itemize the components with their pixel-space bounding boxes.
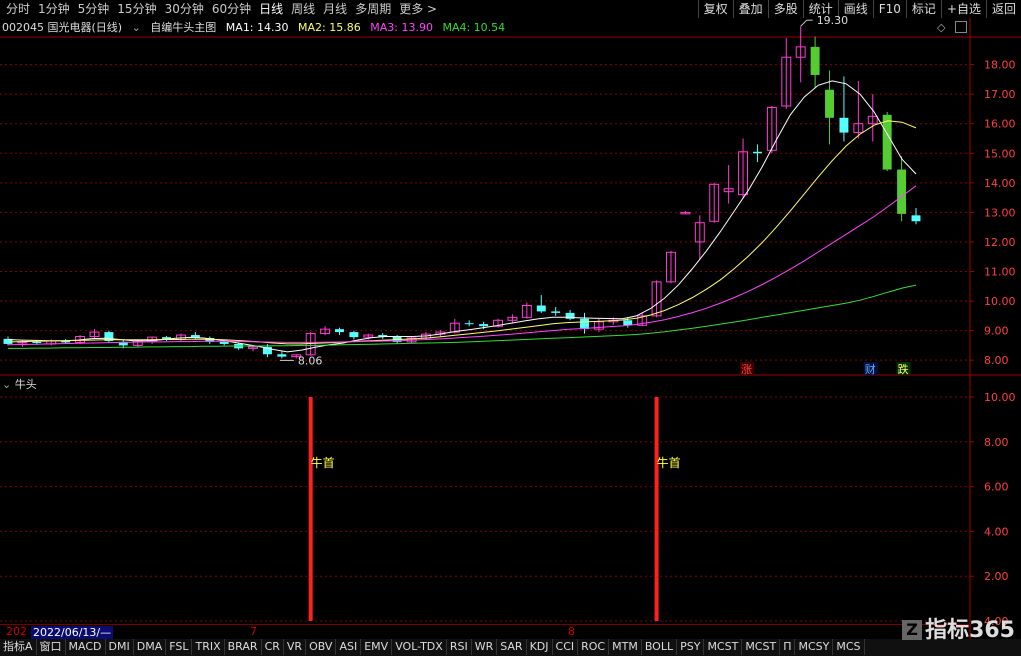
- watermark-text: 指标365: [925, 618, 1015, 643]
- event-marker: 涨: [741, 363, 752, 376]
- indicator-tab-27[interactable]: MCS: [833, 639, 865, 655]
- indicator-tab-5[interactable]: FSL: [166, 639, 193, 655]
- sub-panel: 10.008.006.004.002.004.00牛首 牛首: [0, 391, 1016, 628]
- candles: [3, 26, 921, 359]
- signal-bar: [654, 397, 659, 621]
- ma1-line: [7, 80, 917, 353]
- month-tick-7: 7: [250, 625, 257, 638]
- price-tick-label: 18.00: [984, 59, 1016, 72]
- ma2-line: [7, 120, 917, 345]
- indicator-tab-17[interactable]: KDJ: [527, 639, 553, 655]
- indicator-tab-2[interactable]: MACD: [66, 639, 106, 655]
- indicator-tab-21[interactable]: BOLL: [642, 639, 678, 655]
- candle-body: [335, 329, 344, 333]
- indicator-tab-7[interactable]: BRAR: [225, 639, 262, 655]
- logo-icon: Z: [902, 620, 923, 640]
- candle-body: [911, 215, 921, 222]
- candle-body: [479, 324, 489, 327]
- event-marker: 财: [865, 362, 876, 376]
- price-tick-label: 12.00: [984, 236, 1016, 249]
- sub-panel-name: 牛头: [14, 378, 37, 391]
- indicator-tab-16[interactable]: SAR: [497, 639, 527, 655]
- ma-lines: [7, 80, 917, 353]
- price-tick-label: 10.00: [984, 295, 1016, 308]
- indicator-tab-3[interactable]: DMI: [106, 639, 134, 655]
- sub-tick-label: 10.00: [984, 391, 1016, 404]
- indicator-tab-11[interactable]: ASI: [336, 639, 362, 655]
- indicator-tab-13[interactable]: VOL-TDX: [392, 639, 447, 655]
- price-tick-label: 17.00: [984, 88, 1016, 101]
- indicator-tab-24[interactable]: MCST: [742, 639, 781, 655]
- candle-body: [32, 341, 42, 344]
- candle-body: [464, 323, 474, 325]
- event-marker: 跌: [898, 362, 909, 376]
- signal-bar: [308, 397, 313, 621]
- date-year-prefix: 202: [6, 625, 27, 638]
- indicator-tab-15[interactable]: WR: [472, 639, 498, 655]
- price-grid: [0, 64, 970, 361]
- candle-body: [219, 341, 229, 344]
- candle-body: [882, 114, 892, 170]
- indicator-tab-0[interactable]: 指标A: [0, 639, 37, 655]
- signal-label: 牛首: [657, 455, 681, 470]
- low-label: 8.06: [298, 354, 323, 367]
- price-tick-label: 11.00: [984, 266, 1016, 279]
- month-tick-8: 8: [568, 625, 575, 638]
- indicator-tab-20[interactable]: MTM: [609, 639, 642, 655]
- candle-body: [810, 46, 820, 75]
- indicator-tab-12[interactable]: EMV: [361, 639, 393, 655]
- indicator-tab-bar: 指标A 窗口 MACD DMI DMA FSL TRIX BRAR CR VR OBV ASI EMV V…: [0, 639, 1021, 656]
- chevron-down-icon[interactable]: ⌄: [2, 378, 11, 391]
- price-axis: 18.00 17.00 16.00 15.00 14.00 13.00 12.00 11.00…: [970, 59, 1016, 367]
- sub-tick-label: 4.00: [984, 525, 1009, 538]
- indicator-tab-14[interactable]: RSI: [447, 639, 472, 655]
- ma3-line: [7, 185, 917, 346]
- high-pointer: [800, 19, 808, 27]
- indicator-tab-10[interactable]: OBV: [306, 639, 337, 655]
- high-label: 19.30: [817, 14, 849, 27]
- sub-tick-label: 6.00: [984, 481, 1009, 494]
- indicator-tab-9[interactable]: VR: [284, 639, 307, 655]
- candle-body: [897, 169, 907, 214]
- watermark-logo: Z 指标365: [902, 612, 1015, 644]
- price-tick-label: 13.00: [984, 206, 1016, 219]
- candlestick-chart[interactable]: 18.00 17.00 16.00 15.00 14.00 13.00 12.00 11.00…: [0, 0, 1021, 656]
- indicator-tab-6[interactable]: TRIX: [192, 639, 225, 655]
- price-tick-label: 16.00: [984, 118, 1016, 131]
- candle-body: [825, 89, 834, 118]
- indicator-tab-8[interactable]: CR: [262, 639, 284, 655]
- sub-tick-label: 8.00: [984, 436, 1009, 449]
- indicator-tab-26[interactable]: MCSY: [795, 639, 834, 655]
- price-tick-label: 15.00: [984, 147, 1016, 160]
- price-tick-label: 9.00: [984, 325, 1009, 338]
- candle-body: [349, 332, 359, 338]
- indicator-tab-23[interactable]: MCST: [704, 639, 743, 655]
- indicator-tab-18[interactable]: CCI: [553, 639, 579, 655]
- candle-body: [551, 311, 561, 313]
- candle-body: [839, 117, 849, 133]
- indicator-tab-19[interactable]: ROC: [578, 639, 610, 655]
- sub-panel-title: ⌄ 牛头: [2, 378, 37, 392]
- candle-body: [277, 354, 287, 357]
- candle-body: [752, 151, 762, 154]
- candle-body: [536, 305, 546, 312]
- indicator-tab-4[interactable]: DMA: [134, 639, 167, 655]
- chart-frame: [0, 18, 1021, 639]
- indicator-tab-1[interactable]: 窗口: [37, 639, 66, 655]
- signal-label: 牛首: [311, 455, 335, 470]
- indicator-tab-22[interactable]: PSY: [677, 639, 705, 655]
- sub-tick-label: 2.00: [984, 570, 1009, 583]
- date-cursor: 2022/06/13/—: [31, 626, 114, 639]
- price-tick-label: 14.00: [984, 177, 1016, 190]
- price-tick-label: 8.00: [984, 354, 1009, 367]
- date-axis: 202 2022/06/13/— 7 8: [0, 624, 970, 640]
- candle-body: [580, 318, 589, 330]
- ma4-line: [8, 284, 917, 349]
- indicator-tab-25[interactable]: Π: [780, 639, 796, 655]
